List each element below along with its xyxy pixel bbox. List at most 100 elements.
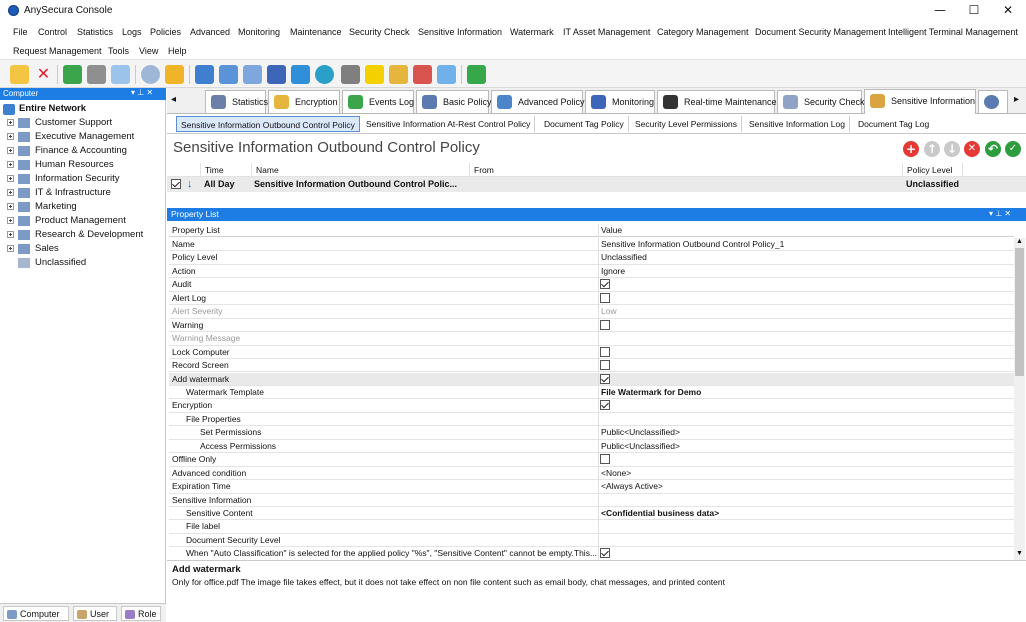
refresh-icon[interactable]: [467, 65, 486, 84]
print-preview-icon[interactable]: [111, 65, 130, 84]
expand-icon[interactable]: [7, 161, 14, 168]
expand-icon[interactable]: [7, 231, 14, 238]
menu-watermark[interactable]: Watermark: [510, 27, 554, 37]
edit-icon[interactable]: [413, 65, 432, 84]
property-row[interactable]: Access Permissions Public<Unclassified>: [169, 439, 1014, 454]
subtab-document-tag-log[interactable]: Document Tag Log: [854, 116, 933, 132]
network-icon[interactable]: [267, 65, 286, 84]
close-button[interactable]: ✕: [991, 0, 1025, 22]
menu-maintenance[interactable]: Maintenance: [290, 27, 342, 37]
property-row[interactable]: Set Permissions Public<Unclassified>: [169, 426, 1014, 440]
globe-icon[interactable]: [291, 65, 310, 84]
property-scrollbar[interactable]: ▲ ▼: [1014, 238, 1025, 560]
panel-menu-icon[interactable]: ▾ ⊥ ✕: [131, 88, 153, 97]
property-checkbox[interactable]: [600, 400, 610, 411]
subtab-security-level-permissions[interactable]: Security Level Permissions: [631, 116, 743, 132]
tab-monitoring[interactable]: Monitoring: [585, 90, 655, 113]
property-row[interactable]: Watermark Template File Watermark for Dem…: [169, 385, 1014, 400]
property-row[interactable]: Sensitive Information: [169, 493, 1014, 507]
property-row[interactable]: Warning: [169, 318, 1014, 333]
menu-control[interactable]: Control: [38, 27, 67, 37]
tree-item-marketing[interactable]: Marketing: [0, 200, 166, 214]
warning-icon[interactable]: [365, 65, 384, 84]
subtab-at-rest-control-policy[interactable]: Sensitive Information At-Rest Control Po…: [362, 116, 536, 132]
tab-statistics[interactable]: Statistics: [205, 90, 268, 113]
menu-tools[interactable]: Tools: [108, 46, 129, 56]
expand-icon[interactable]: [7, 189, 14, 196]
property-row[interactable]: Encryption: [169, 399, 1014, 413]
property-row[interactable]: Sensitive Content <Confidential business …: [169, 507, 1014, 521]
property-value[interactable]: Public<Unclassified>: [601, 426, 1011, 439]
tab-computer[interactable]: Computer: [3, 606, 69, 621]
property-checkbox[interactable]: [600, 279, 610, 290]
property-row[interactable]: Name Sensitive Information Outbound Contr…: [169, 238, 1014, 252]
subtab-outbound-control-policy[interactable]: Sensitive Information Outbound Control P…: [176, 116, 360, 132]
internet-icon[interactable]: [315, 65, 334, 84]
expand-icon[interactable]: [7, 175, 14, 182]
property-checkbox[interactable]: [600, 346, 610, 357]
property-checkbox[interactable]: [600, 548, 610, 559]
property-checkbox[interactable]: [600, 373, 610, 384]
menu-sensitive-information[interactable]: Sensitive Information: [418, 27, 502, 37]
menu-statistics[interactable]: Statistics: [77, 27, 113, 37]
print-icon[interactable]: [87, 65, 106, 84]
add-icon[interactable]: +: [903, 141, 919, 157]
subtab-document-tag-policy[interactable]: Document Tag Policy: [540, 116, 629, 132]
tab-role[interactable]: Role: [121, 606, 161, 621]
lock-icon[interactable]: [389, 65, 408, 84]
tree-item-unclassified[interactable]: Unclassified: [0, 256, 166, 270]
grid-header-policy-level[interactable]: Policy Level: [903, 163, 963, 177]
grid-header-from[interactable]: From: [470, 163, 903, 177]
search-computer-icon[interactable]: [219, 65, 238, 84]
property-row[interactable]: File Properties: [169, 412, 1014, 427]
property-checkbox[interactable]: [600, 360, 610, 371]
tree-item-finance[interactable]: Finance & Accounting: [0, 144, 166, 158]
tree-item-it-infrastructure[interactable]: IT & Infrastructure: [0, 186, 166, 200]
grid-header-time[interactable]: Time: [201, 163, 252, 177]
property-row[interactable]: Policy Level Unclassified: [169, 251, 1014, 265]
property-value[interactable]: <None>: [601, 467, 1011, 480]
subtab-sensitive-information-log[interactable]: Sensitive Information Log: [745, 116, 850, 132]
property-row[interactable]: Alert Severity Low: [169, 305, 1014, 319]
policy-row[interactable]: ↓ All Day Sensitive Information Outbound…: [167, 177, 1026, 192]
screen-icon[interactable]: [243, 65, 262, 84]
menu-security-check[interactable]: Security Check: [349, 27, 410, 37]
menu-category-management[interactable]: Category Management: [657, 27, 749, 37]
undo-icon[interactable]: ↶: [985, 141, 1001, 157]
tab-advanced-policy[interactable]: Advanced Policy: [491, 90, 585, 113]
menu-it-asset-management[interactable]: IT Asset Management: [563, 27, 650, 37]
tree-item-executive-management[interactable]: Executive Management: [0, 130, 166, 144]
tab-user[interactable]: User: [73, 606, 117, 621]
policy-row-checkbox[interactable]: [171, 179, 181, 189]
tab-encryption[interactable]: Encryption: [268, 90, 340, 113]
menu-help[interactable]: Help: [168, 46, 187, 56]
computers-icon[interactable]: [195, 65, 214, 84]
property-row[interactable]: Advanced condition <None>: [169, 466, 1014, 481]
property-value[interactable]: Unclassified: [601, 251, 1011, 264]
property-row[interactable]: Lock Computer: [169, 345, 1014, 360]
tab-sensitive-information[interactable]: Sensitive Information: [864, 89, 976, 114]
property-value[interactable]: <Confidential business data>: [601, 507, 1011, 520]
menu-file[interactable]: File: [13, 27, 28, 37]
move-down-icon[interactable]: ↓: [944, 141, 960, 157]
menu-logs[interactable]: Logs: [122, 27, 142, 37]
user-icon[interactable]: [141, 65, 160, 84]
tab-events-log[interactable]: Events Log: [342, 90, 414, 113]
menu-document-security-management[interactable]: Document Security Management: [755, 27, 886, 37]
property-row[interactable]: Alert Log: [169, 291, 1014, 306]
property-row[interactable]: Add watermark: [169, 372, 1014, 386]
expand-icon[interactable]: [7, 217, 14, 224]
property-row[interactable]: Action Ignore: [169, 264, 1014, 279]
property-checkbox[interactable]: [600, 292, 610, 303]
property-row[interactable]: Warning Message: [169, 332, 1014, 346]
property-value[interactable]: File Watermark for Demo: [601, 386, 1011, 399]
panel-menu-icon[interactable]: ▾ ⊥ ✕: [989, 209, 1011, 218]
tree-item-product-management[interactable]: Product Management: [0, 214, 166, 228]
new-folder-icon[interactable]: [10, 65, 29, 84]
disk-icon[interactable]: [341, 65, 360, 84]
property-checkbox[interactable]: [600, 454, 610, 465]
expand-icon[interactable]: [7, 245, 14, 252]
property-value[interactable]: Public<Unclassified>: [601, 440, 1011, 453]
move-up-icon[interactable]: ↑: [924, 141, 940, 157]
import-icon[interactable]: [63, 65, 82, 84]
